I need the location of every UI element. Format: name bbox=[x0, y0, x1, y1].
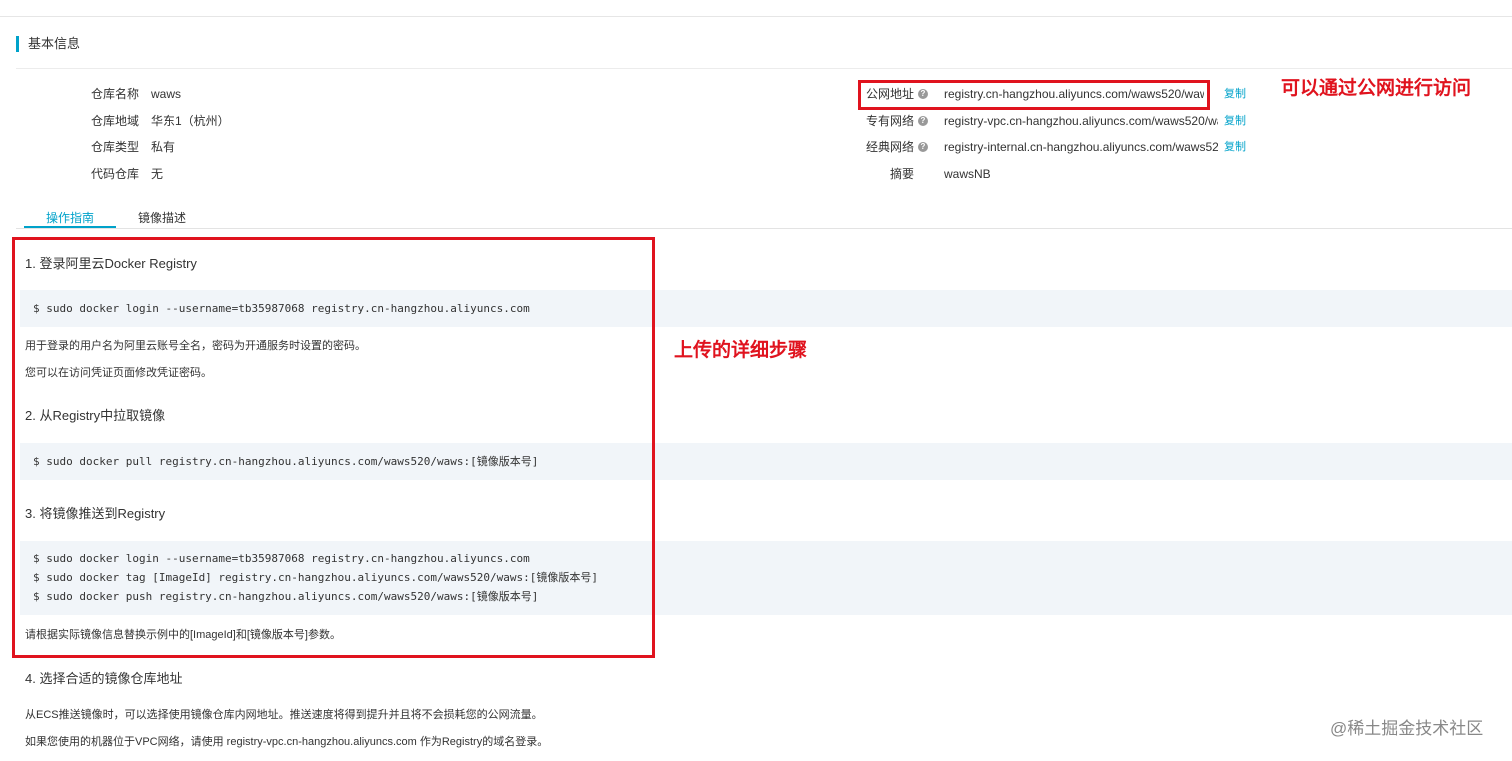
section-accent-bar bbox=[16, 36, 19, 52]
repo-region-label: 仓库地域 bbox=[91, 114, 140, 128]
classic-address-label: 经典网络 bbox=[866, 140, 915, 154]
step-4-note: 如果您使用的机器位于VPC网络，请使用 registry-vpc.cn-hang… bbox=[25, 736, 549, 748]
vpc-address-label: 专有网络 bbox=[866, 114, 915, 128]
question-circle-icon[interactable]: ? bbox=[918, 142, 928, 152]
digest-label: 摘要 bbox=[890, 167, 915, 181]
copy-public-address-button[interactable]: 复制 bbox=[1224, 87, 1246, 101]
step-4-title: 4. 选择合适的镜像仓库地址 bbox=[25, 671, 183, 686]
repo-type-label: 仓库类型 bbox=[91, 140, 140, 154]
vpc-address-value: registry-vpc.cn-hangzhou.aliyuncs.com/wa… bbox=[944, 114, 1218, 128]
tab-image-description[interactable]: 镜像描述 bbox=[138, 211, 186, 225]
repo-name-label: 仓库名称 bbox=[91, 87, 140, 101]
repo-region-value: 华东1（杭州） bbox=[151, 114, 230, 128]
active-tab-indicator bbox=[24, 226, 116, 228]
public-access-annotation: 可以通过公网进行访问 bbox=[1281, 78, 1472, 99]
repo-name-value: waws bbox=[151, 87, 182, 101]
step-4-note: 从ECS推送镜像时，可以选择使用镜像仓库内网地址。推送速度将得到提升并且将不会损… bbox=[25, 709, 543, 721]
repo-type-value: 私有 bbox=[151, 140, 176, 154]
section-title: 基本信息 bbox=[28, 36, 81, 51]
section-divider bbox=[16, 68, 1512, 69]
code-repo-label: 代码仓库 bbox=[91, 167, 140, 181]
upload-steps-annotation: 上传的详细步骤 bbox=[674, 340, 808, 361]
upload-steps-highlight-box bbox=[12, 237, 655, 658]
copy-classic-address-button[interactable]: 复制 bbox=[1224, 140, 1246, 154]
digest-value: wawsNB bbox=[944, 167, 991, 181]
copy-vpc-address-button[interactable]: 复制 bbox=[1224, 114, 1246, 128]
watermark: @稀土掘金技术社区 bbox=[1330, 719, 1484, 738]
classic-address-value: registry-internal.cn-hangzhou.aliyuncs.c… bbox=[944, 140, 1218, 154]
top-divider bbox=[0, 16, 1512, 17]
tab-guide[interactable]: 操作指南 bbox=[46, 211, 94, 225]
public-address-highlight-box bbox=[858, 80, 1210, 110]
code-repo-value: 无 bbox=[151, 167, 164, 181]
tabs-divider bbox=[16, 228, 1512, 229]
question-circle-icon[interactable]: ? bbox=[918, 116, 928, 126]
